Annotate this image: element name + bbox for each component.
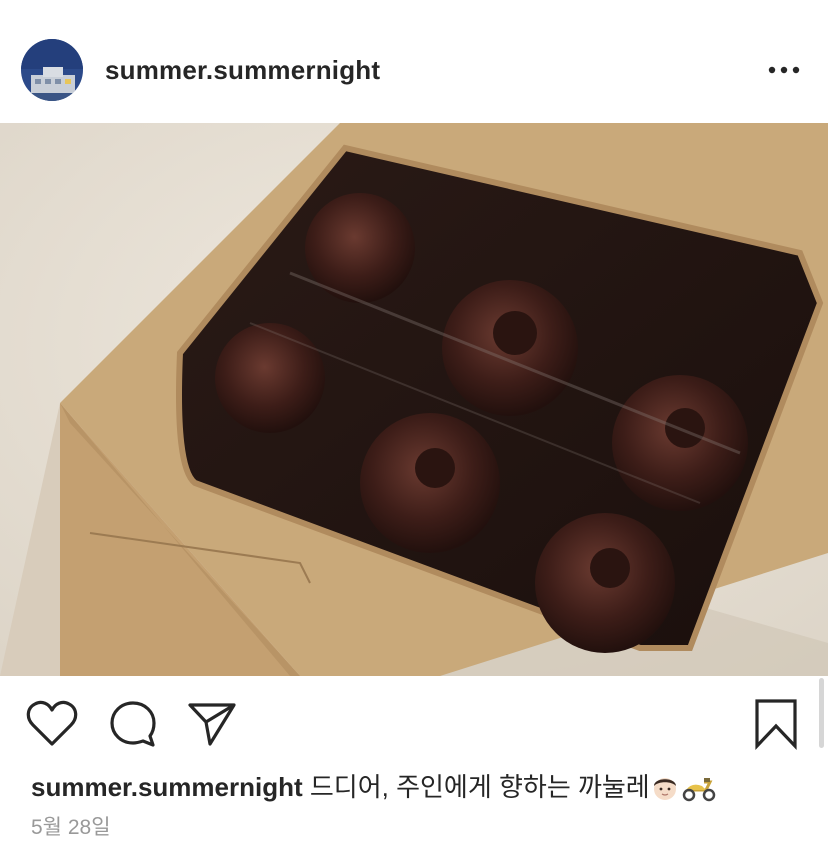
comment-bubble-icon[interactable] (107, 699, 159, 749)
caption-username[interactable]: summer.summernight (31, 772, 303, 802)
paper-plane-icon[interactable] (186, 700, 238, 748)
man-face-icon (650, 772, 680, 810)
avatar-image (21, 39, 83, 101)
caption-text: 드디어, 주인에게 향하는 까눌레 (309, 772, 650, 802)
more-dots-icon[interactable] (764, 60, 804, 80)
post-header: summer.summernight (0, 0, 828, 122)
post-caption: summer.summernight 드디어, 주인에게 향하는 까눌레 (31, 770, 718, 810)
bookmark-icon[interactable] (752, 698, 800, 751)
post-username[interactable]: summer.summernight (105, 53, 380, 87)
scooter-icon (680, 772, 718, 810)
scrollbar[interactable] (819, 678, 824, 748)
post-date: 5월 28일 (31, 816, 111, 839)
post-photo[interactable] (0, 123, 828, 676)
heart-icon[interactable] (26, 700, 78, 748)
profile-avatar[interactable] (21, 39, 83, 101)
canele-box-image (0, 123, 828, 676)
